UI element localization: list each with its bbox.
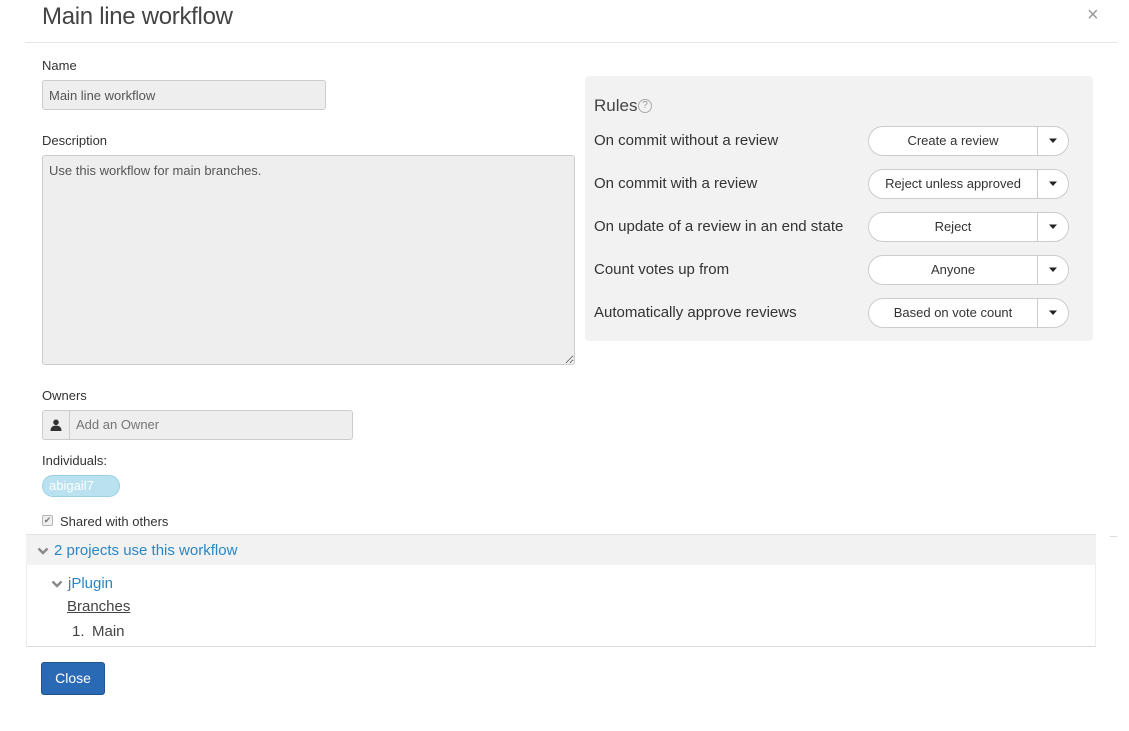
projects-body [26,565,1096,647]
individual-tag[interactable]: abigail7 [42,475,120,497]
branch-number: 1. [72,623,85,640]
caret-down-icon[interactable] [1037,256,1068,284]
rule-label-commit-without-review: On commit without a review [594,132,779,149]
owner-input-group [42,410,353,440]
rule-select-update-end-state[interactable]: Reject [868,212,1069,242]
rule-select-commit-without-review[interactable]: Create a review [868,126,1069,156]
rule-label-update-end-state: On update of a review in an end state [594,218,844,235]
close-button[interactable]: Close [41,662,105,695]
modal-title: Main line workflow [42,3,233,30]
branch-name: Main [92,623,125,640]
close-icon[interactable]: × [1087,4,1099,26]
rule-select-value: Reject unless approved [885,176,1021,191]
name-input[interactable] [42,80,326,110]
owners-label: Owners [42,388,87,403]
shared-checkbox[interactable]: ✔ [42,515,53,526]
rule-select-value: Reject [934,219,972,234]
rule-label-count-votes: Count votes up from [594,261,730,278]
rule-select-count-votes[interactable]: Anyone [868,255,1069,285]
project-link-jplugin[interactable]: jPlugin [68,575,113,592]
divider-tick [1110,536,1117,537]
caret-down-icon[interactable] [1037,127,1068,155]
shared-label: Shared with others [60,514,169,529]
chevron-down-icon[interactable] [37,544,49,556]
chevron-down-icon[interactable] [51,577,63,589]
rule-label-commit-with-review: On commit with a review [594,175,758,192]
rule-label-auto-approve: Automatically approve reviews [594,304,797,321]
rule-select-value: Anyone [930,262,976,277]
caret-down-icon[interactable] [1037,213,1068,241]
description-textarea[interactable]: Use this workflow for main branches. [42,155,575,365]
name-label: Name [42,58,77,73]
help-icon[interactable]: ? [638,99,652,113]
projects-summary-link[interactable]: 2 projects use this workflow [54,542,237,559]
individuals-label: Individuals: [42,453,108,468]
owner-input[interactable] [70,411,352,439]
rule-select-auto-approve[interactable]: Based on vote count [868,298,1069,328]
rules-title: Rules [594,96,638,115]
caret-down-icon[interactable] [1037,299,1068,327]
caret-down-icon[interactable] [1037,170,1068,198]
description-label: Description [42,133,108,148]
header-divider [25,42,1117,43]
user-icon [43,411,70,439]
rule-select-commit-with-review[interactable]: Reject unless approved [868,169,1069,199]
rule-select-value: Based on vote count [893,305,1013,320]
rule-select-value: Create a review [907,133,999,148]
branches-label: Branches [67,598,131,615]
